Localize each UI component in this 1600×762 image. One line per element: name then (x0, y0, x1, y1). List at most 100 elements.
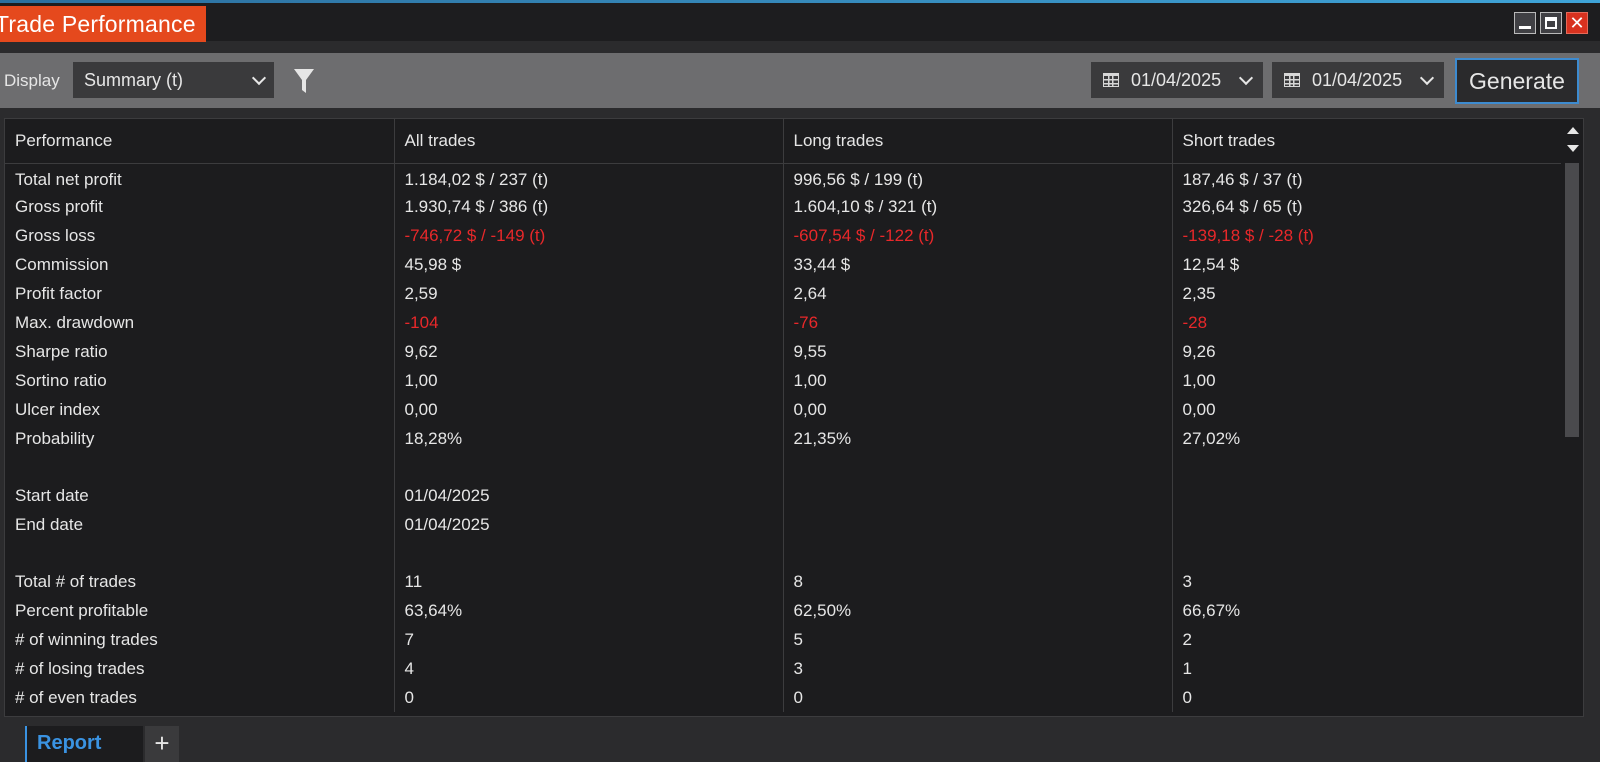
column-header-short-trades[interactable]: Short trades (1172, 119, 1562, 164)
date-to-value: 01/04/2025 (1312, 70, 1403, 90)
chevron-down-icon (251, 70, 267, 86)
column-header-performance[interactable]: Performance (5, 119, 395, 164)
table-cell-all: 4 (394, 654, 784, 683)
table-cell-all: 45,98 $ (394, 250, 784, 279)
table-cell-all: 18,28% (394, 424, 784, 453)
column-header-all-trades[interactable]: All trades (394, 119, 784, 164)
row-label: # of winning trades (5, 625, 395, 654)
table-cell-short: 12,54 $ (1172, 250, 1562, 279)
table-cell-long (783, 481, 1173, 510)
row-label: Percent profitable (5, 596, 395, 625)
date-to-picker[interactable]: 01/04/2025 (1272, 62, 1444, 98)
table-row: Sortino ratio 1,00 1,00 1,00 (5, 366, 1562, 395)
row-label: Commission (5, 250, 395, 279)
table-row: # of even trades 0 0 0 (5, 683, 1562, 712)
table-cell-all: 1,00 (394, 366, 784, 395)
table-row: Gross loss -746,72 $ / -149 (t) -607,54 $ … (5, 221, 1562, 250)
table-row: Probability 18,28% 21,35% 27,02% (5, 424, 1562, 453)
table-cell-all: 0 (394, 683, 784, 712)
table-cell-all: 11 (394, 567, 784, 596)
table-row: # of winning trades 7 5 2 (5, 625, 1562, 654)
table-cell-long: 8 (783, 567, 1173, 596)
window-title: Trade Performance (0, 6, 206, 42)
table-cell-short: 3 (1172, 567, 1562, 596)
row-label: Total # of trades (5, 567, 395, 596)
table-cell-long: 1,00 (783, 366, 1173, 395)
table-cell-short: 0 (1172, 683, 1562, 712)
table-cell-long (783, 510, 1173, 539)
table-cell-short: 0,00 (1172, 395, 1562, 424)
close-button[interactable]: ✕ (1566, 12, 1588, 34)
scroll-thumb[interactable] (1565, 163, 1579, 437)
window-controls: ✕ (1514, 12, 1588, 34)
table-cell-short (1172, 481, 1562, 510)
row-label: End date (5, 510, 395, 539)
date-from-picker[interactable]: 01/04/2025 (1091, 62, 1263, 98)
toolbar: Display Summary (t) 01/04/2025 01/04/202… (0, 53, 1600, 108)
table-cell-long: 0,00 (783, 395, 1173, 424)
table-cell-short: 9,26 (1172, 337, 1562, 366)
row-label: Max. drawdown (5, 308, 395, 337)
table-row: Commission 45,98 $33,44 $12,54 $ (5, 250, 1562, 279)
table-cell-short: 2 (1172, 625, 1562, 654)
table-row: Total # of trades 11 8 3 (5, 567, 1562, 596)
row-label: Start date (5, 481, 395, 510)
table-row: Gross profit 1.930,74 $ / 386 (t) 1.604,10… (5, 192, 1562, 221)
table-cell-all: 63,64% (394, 596, 784, 625)
table-row: Profit factor 2,59 2,64 2,35 (5, 279, 1562, 308)
table-cell-long: -76 (783, 308, 1173, 337)
performance-grid: Performance All trades Long trades Short… (4, 118, 1584, 717)
row-label (5, 453, 395, 481)
row-label: # of even trades (5, 683, 395, 712)
table-cell-all: -104 (394, 308, 784, 337)
scroll-down-arrow-icon[interactable] (1567, 145, 1579, 152)
table-cell-all: 1.930,74 $ / 386 (t) (394, 192, 784, 221)
table-cell-all: 0,00 (394, 395, 784, 424)
add-tab-button[interactable]: + (145, 726, 179, 762)
vertical-scrollbar[interactable] (1561, 119, 1583, 716)
row-label: Ulcer index (5, 395, 395, 424)
table-cell-short: 187,46 $ / 37 (t) (1172, 163, 1562, 192)
table-cell-short: 326,64 $ / 65 (t) (1172, 192, 1562, 221)
table-cell-short: -139,18 $ / -28 (t) (1172, 221, 1562, 250)
generate-button[interactable]: Generate (1455, 58, 1579, 104)
row-label: Gross loss (5, 221, 395, 250)
table-cell-all: 01/04/2025 (394, 481, 784, 510)
table-cell-all (394, 453, 784, 481)
table-cell-short: 27,02% (1172, 424, 1562, 453)
table-row (5, 453, 1562, 481)
chevron-down-icon (1419, 70, 1435, 86)
title-bar: Trade Performance ✕ (0, 3, 1600, 42)
table-cell-short: -28 (1172, 308, 1562, 337)
table-row: End date 01/04/2025 (5, 510, 1562, 539)
table-cell-long: 996,56 $ / 199 (t) (783, 163, 1173, 192)
table-cell-short: 1,00 (1172, 366, 1562, 395)
display-select[interactable]: Summary (t) (73, 62, 274, 98)
filter-icon[interactable] (294, 69, 314, 93)
row-label: Probability (5, 424, 395, 453)
row-label: Gross profit (5, 192, 395, 221)
table-cell-all: 2,59 (394, 279, 784, 308)
table-cell-long: 3 (783, 654, 1173, 683)
row-label: Sharpe ratio (5, 337, 395, 366)
table-cell-long: 21,35% (783, 424, 1173, 453)
maximize-button[interactable] (1540, 12, 1562, 34)
table-row: Max. drawdown -104 -76 -28 (5, 308, 1562, 337)
tab-report[interactable]: Report (25, 726, 143, 762)
table-cell-long (783, 539, 1173, 567)
date-from-value: 01/04/2025 (1131, 70, 1222, 90)
display-label: Display (4, 71, 60, 90)
table-row: Start date 01/04/2025 (5, 481, 1562, 510)
minimize-button[interactable] (1514, 12, 1536, 34)
table-cell-long (783, 453, 1173, 481)
table-cell-short (1172, 539, 1562, 567)
table-row: Percent profitable 63,64% 62,50% 66,67% (5, 596, 1562, 625)
table-cell-long: 9,55 (783, 337, 1173, 366)
table-cell-all: 7 (394, 625, 784, 654)
scroll-up-arrow-icon[interactable] (1567, 127, 1579, 134)
row-label: Total net profit (5, 163, 395, 192)
column-header-long-trades[interactable]: Long trades (783, 119, 1173, 164)
table-row: Sharpe ratio 9,62 9,55 9,26 (5, 337, 1562, 366)
table-row: Ulcer index 0,00 0,00 0,00 (5, 395, 1562, 424)
calendar-icon (1284, 73, 1300, 87)
